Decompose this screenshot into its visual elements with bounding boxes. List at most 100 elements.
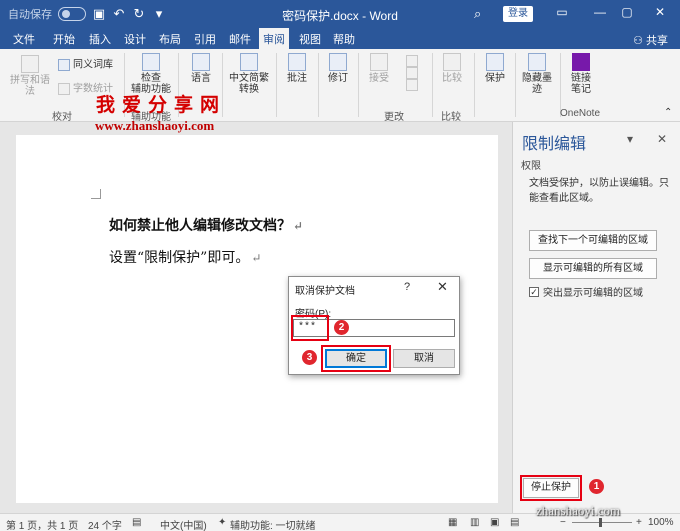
language-button[interactable]: 语言 [184, 53, 218, 84]
compare-icon [443, 53, 461, 71]
margin-marker [91, 189, 101, 199]
pane-options-icon[interactable]: ▾ [627, 132, 633, 146]
autosave-toggle[interactable] [58, 7, 86, 21]
share-label: 共享 [646, 35, 668, 47]
tab-file[interactable]: 文件 [13, 31, 35, 47]
chinese-conversion-button[interactable]: 中文简繁 转换 [226, 53, 272, 95]
linked-notes-button[interactable]: 链接 笔记 [565, 53, 597, 95]
compare-button[interactable]: 比较 [437, 53, 467, 84]
group-label-proofing: 校对 [52, 112, 72, 123]
onenote-icon [572, 53, 590, 71]
save-icon[interactable]: ▣ [92, 7, 106, 21]
highlight-regions-checkbox[interactable]: ✓ [529, 286, 539, 297]
linked-notes-label: 链接 [571, 73, 591, 84]
tab-review[interactable]: 审阅 [259, 28, 289, 49]
linked-notes-label-2: 笔记 [571, 84, 591, 95]
print-layout-icon[interactable]: ▣ [490, 517, 499, 528]
accessibility-status-icon: ✦ [218, 517, 227, 528]
step-badge-2: 2 [334, 320, 349, 335]
step-badge-3: 3 [302, 350, 317, 365]
undo-icon[interactable]: ↶ [112, 7, 126, 21]
share-button[interactable]: ⚇ 共享 [633, 32, 668, 48]
tab-home[interactable]: 开始 [53, 31, 75, 47]
language-status[interactable]: 中文(中国) [160, 517, 207, 531]
annotation-highlight-box [291, 315, 329, 341]
person-icon: ⚇ [633, 35, 646, 47]
autosave-label: 自动保存 [8, 9, 52, 21]
ribbon-display-icon[interactable]: ▭ [552, 5, 572, 19]
quick-access-toolbar: 自动保存 ▣ ↶ ↻ ▾ [8, 6, 166, 22]
track-changes-button[interactable]: 修订 [322, 53, 354, 84]
compare-label: 比较 [442, 73, 462, 84]
tab-mailings[interactable]: 邮件 [229, 31, 251, 47]
minimize-icon[interactable]: — [590, 5, 610, 19]
accept-button[interactable]: 接受 [364, 53, 394, 84]
customize-icon[interactable]: ▾ [152, 7, 166, 21]
hide-ink-button[interactable]: 隐藏墨 迹 [519, 53, 555, 95]
paragraph-mark: ↵ [293, 219, 304, 233]
zoom-slider-thumb[interactable] [599, 518, 602, 527]
chinese-conversion-icon [240, 53, 258, 71]
paragraph-mark: ↵ [251, 251, 262, 265]
redo-icon[interactable]: ↻ [132, 7, 146, 21]
pane-title: 限制编辑 [522, 136, 587, 153]
step-badge-1: 1 [589, 479, 604, 494]
next-icon [405, 79, 418, 91]
dialog-title: 取消保护文档 [295, 286, 355, 297]
thesaurus-button[interactable]: 同义词库 [58, 59, 113, 71]
chinese-conversion-label: 中文简繁 [229, 73, 269, 84]
show-all-regions-button[interactable]: 显示可编辑的所有区域 [529, 258, 657, 279]
line-1-text: 如何禁止他人编辑修改文档？ [109, 218, 291, 234]
login-button[interactable]: 登录 [503, 6, 533, 22]
protect-button[interactable]: 保护 [479, 53, 511, 84]
accessibility-status[interactable]: 辅助功能: 一切就绪 [230, 517, 316, 531]
tab-help[interactable]: 帮助 [333, 31, 355, 47]
tab-references[interactable]: 引用 [194, 31, 216, 47]
watermark-url: www.zhanshaoyi.com [95, 118, 215, 133]
tab-layout[interactable]: 布局 [159, 31, 181, 47]
group-separator [515, 53, 516, 117]
tab-view[interactable]: 视图 [299, 31, 321, 47]
pane-close-icon[interactable]: ✕ [657, 132, 667, 146]
web-layout-icon[interactable]: ▤ [510, 517, 519, 528]
search-icon[interactable]: ⌕ [474, 6, 481, 22]
highlight-regions-label: 突出显示可编辑的区域 [543, 288, 643, 299]
title-bar: 自动保存 ▣ ↶ ↻ ▾ 密码保护.docx - Word ⌕ 登录 ▭ — ▢… [0, 0, 680, 28]
read-mode-icon[interactable]: ▥ [470, 517, 479, 528]
word-count[interactable]: 24 个字 [88, 517, 122, 531]
group-separator [358, 53, 359, 117]
check-label: 检查 [141, 73, 161, 84]
watermark-url-bottom: zhanshaoyi.com [536, 503, 621, 518]
restore-icon[interactable]: ▢ [617, 5, 637, 19]
tab-insert[interactable]: 插入 [89, 31, 111, 47]
collapse-ribbon-icon[interactable]: ⌃ [664, 107, 672, 118]
language-label: 语言 [191, 73, 211, 84]
chinese-conversion-label-2: 转换 [239, 84, 259, 95]
group-separator [276, 53, 277, 117]
zoom-slider[interactable] [572, 522, 632, 523]
help-icon[interactable]: ? [404, 281, 410, 293]
zoom-level[interactable]: 100% [648, 517, 674, 528]
pane-description: 文档受保护，以防止误编辑。只能查看此区域。 [529, 178, 669, 204]
hide-ink-label-2: 迹 [532, 84, 542, 95]
document-line-2: 设置“限制保护”即可。 ↵ [109, 247, 261, 267]
dialog-close-icon[interactable]: ✕ [437, 279, 448, 295]
comments-button[interactable]: 批注 [281, 53, 313, 84]
cancel-button[interactable]: 取消 [393, 349, 455, 368]
changes-nav-buttons[interactable] [398, 55, 428, 91]
annotation-highlight-box [520, 475, 582, 501]
reject-icon [405, 55, 418, 67]
spell-check-icon [21, 55, 39, 73]
spell-check-button[interactable]: 拼写和语法 [6, 55, 54, 97]
zoom-in-icon[interactable]: + [636, 517, 642, 528]
line-2-text: 设置“限制保护”即可。 [109, 250, 250, 266]
tab-design[interactable]: 设计 [124, 31, 146, 47]
find-next-region-button[interactable]: 查找下一个可编辑的区域 [529, 230, 657, 251]
page-count[interactable]: 第 1 页，共 1 页 [6, 517, 78, 531]
group-separator [318, 53, 319, 117]
group-label-onenote: OneNote [560, 108, 601, 119]
proofing-status-icon[interactable]: ▤ [132, 517, 141, 528]
focus-mode-icon[interactable]: ▦ [448, 517, 457, 528]
close-icon[interactable]: ✕ [650, 5, 670, 19]
check-accessibility-button[interactable]: 检查 辅助功能 [130, 53, 172, 95]
